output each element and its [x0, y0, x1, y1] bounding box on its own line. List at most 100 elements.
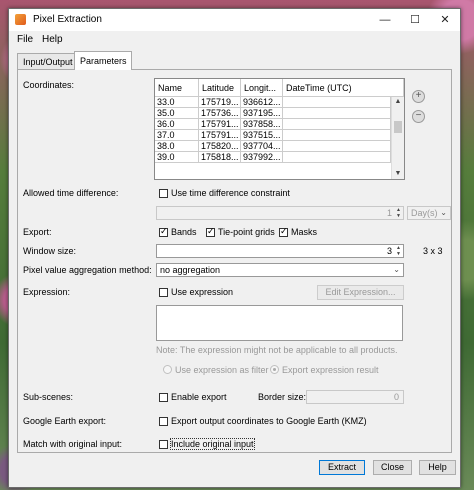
- table-cell[interactable]: [283, 119, 391, 130]
- expression-label: Expression:: [23, 287, 71, 297]
- radio-expression-filter-label: Use expression as filter: [175, 365, 269, 375]
- minimize-button[interactable]: —: [370, 9, 400, 31]
- column-header-datetime[interactable]: DateTime (UTC): [283, 79, 404, 97]
- table-cell[interactable]: 175791...: [199, 130, 241, 141]
- table-row[interactable]: 38.0 175820... 937704...: [155, 141, 391, 152]
- enable-export-checkbox[interactable]: [159, 393, 168, 402]
- table-cell[interactable]: 39.0: [155, 152, 199, 163]
- aggregation-select[interactable]: no aggregation ⌄: [156, 263, 404, 277]
- spinner-arrows-icon[interactable]: ▲ ▼: [395, 245, 402, 257]
- remove-coordinate-button[interactable]: −: [412, 110, 425, 123]
- tab-parameters[interactable]: Parameters: [74, 51, 132, 70]
- aggregation-label: Pixel value aggregation method:: [23, 265, 152, 275]
- time-difference-value: 1: [386, 208, 392, 218]
- add-coordinate-button[interactable]: +: [412, 90, 425, 103]
- table-row[interactable]: 33.0 175719... 936612...: [155, 97, 391, 108]
- table-cell[interactable]: 937858...: [241, 119, 283, 130]
- window-title: Pixel Extraction: [33, 14, 102, 25]
- menu-help[interactable]: Help: [42, 34, 63, 45]
- border-size-field[interactable]: 0: [306, 390, 404, 404]
- maximize-button[interactable]: ☐: [400, 9, 430, 31]
- expression-textarea[interactable]: [156, 305, 403, 341]
- table-cell[interactable]: 35.0: [155, 108, 199, 119]
- export-tiepoints-checkbox[interactable]: [206, 226, 215, 237]
- google-earth-checkbox[interactable]: [159, 417, 168, 426]
- table-cell[interactable]: 33.0: [155, 97, 199, 108]
- time-difference-label: Allowed time difference:: [23, 188, 119, 198]
- table-row[interactable]: 39.0 175818... 937992...: [155, 152, 391, 163]
- table-cell[interactable]: [283, 141, 391, 152]
- table-cell[interactable]: 37.0: [155, 130, 199, 141]
- spinner-arrows-icon[interactable]: ▲ ▼: [395, 207, 402, 219]
- scroll-up-icon[interactable]: ▲: [392, 97, 404, 107]
- table-cell[interactable]: 38.0: [155, 141, 199, 152]
- column-header-longitude[interactable]: Longit...: [241, 79, 283, 97]
- export-label: Export:: [23, 227, 52, 237]
- table-cell[interactable]: 175736...: [199, 108, 241, 119]
- google-earth-label: Google Earth export:: [23, 416, 107, 426]
- export-masks-label: Masks: [291, 227, 318, 237]
- scroll-thumb[interactable]: [394, 121, 402, 133]
- time-unit-select[interactable]: Day(s) ⌄: [407, 206, 451, 220]
- table-cell[interactable]: 175719...: [199, 97, 241, 108]
- close-window-button[interactable]: ✕: [430, 9, 460, 31]
- column-header-latitude[interactable]: Latitude: [199, 79, 241, 97]
- coordinates-table[interactable]: Name Latitude Longit... DateTime (UTC) 3…: [154, 78, 405, 180]
- export-bands-label: Bands: [171, 227, 197, 237]
- expression-note: Note: The expression might not be applic…: [156, 345, 398, 355]
- column-header-name[interactable]: Name: [155, 79, 199, 97]
- table-cell[interactable]: 175818...: [199, 152, 241, 163]
- time-difference-spinner[interactable]: 1 ▲ ▼: [156, 206, 404, 220]
- table-cell[interactable]: 937515...: [241, 130, 283, 141]
- radio-expression-filter[interactable]: [163, 365, 172, 374]
- window-size-spinner[interactable]: 3 ▲ ▼: [156, 244, 404, 258]
- help-button[interactable]: Help: [419, 460, 456, 475]
- export-masks-checkbox[interactable]: [279, 226, 288, 237]
- window-size-display: 3 x 3: [423, 246, 443, 256]
- table-cell[interactable]: 936612...: [241, 97, 283, 108]
- table-cell[interactable]: [283, 152, 391, 163]
- table-row[interactable]: 35.0 175736... 937195...: [155, 108, 391, 119]
- border-size-value: 0: [393, 392, 399, 402]
- export-bands-checkbox[interactable]: [159, 226, 168, 237]
- pixel-extraction-dialog: Pixel Extraction — ☐ ✕ File Help Input/O…: [8, 8, 461, 488]
- window-size-label: Window size:: [23, 246, 77, 256]
- aggregation-value: no aggregation: [160, 265, 221, 275]
- border-size-label: Border size:: [258, 392, 307, 402]
- extract-button[interactable]: Extract: [319, 460, 365, 475]
- scroll-down-icon[interactable]: ▼: [392, 169, 404, 179]
- use-expression-label: Use expression: [171, 287, 234, 297]
- app-icon: [15, 14, 26, 25]
- table-cell[interactable]: 36.0: [155, 119, 199, 130]
- table-cell[interactable]: 175820...: [199, 141, 241, 152]
- table-row[interactable]: 37.0 175791... 937515...: [155, 130, 391, 141]
- table-cell[interactable]: 937992...: [241, 152, 283, 163]
- coordinates-label: Coordinates:: [23, 80, 75, 90]
- table-scrollbar[interactable]: ▲ ▼: [391, 97, 404, 179]
- table-cell[interactable]: [283, 130, 391, 141]
- include-original-input-checkbox[interactable]: [159, 440, 168, 449]
- radio-expression-export[interactable]: [270, 365, 279, 374]
- menu-file[interactable]: File: [17, 34, 33, 45]
- chevron-down-icon: ⌄: [440, 208, 447, 217]
- tab-input-output[interactable]: Input/Output: [17, 53, 75, 70]
- time-difference-checkbox[interactable]: [159, 189, 168, 198]
- table-cell[interactable]: 937195...: [241, 108, 283, 119]
- menu-bar: File Help: [9, 31, 460, 49]
- use-expression-checkbox[interactable]: [159, 288, 168, 297]
- table-cell[interactable]: 937704...: [241, 141, 283, 152]
- radio-expression-export-label: Export expression result: [282, 365, 379, 375]
- table-cell[interactable]: [283, 97, 391, 108]
- export-tiepoints-label: Tie-point grids: [218, 227, 275, 237]
- close-button[interactable]: Close: [373, 460, 412, 475]
- enable-export-label: Enable export: [171, 392, 227, 402]
- time-difference-checkbox-label: Use time difference constraint: [171, 188, 290, 198]
- window-size-value: 3: [386, 246, 392, 256]
- table-cell[interactable]: [283, 108, 391, 119]
- time-unit-value: Day(s): [411, 208, 438, 218]
- edit-expression-button[interactable]: Edit Expression...: [317, 285, 404, 300]
- table-cell[interactable]: 175791...: [199, 119, 241, 130]
- parameters-panel: Coordinates: Name Latitude Longit... Dat…: [17, 69, 452, 453]
- google-earth-checkbox-label: Export output coordinates to Google Eart…: [171, 416, 367, 426]
- table-row[interactable]: 36.0 175791... 937858...: [155, 119, 391, 130]
